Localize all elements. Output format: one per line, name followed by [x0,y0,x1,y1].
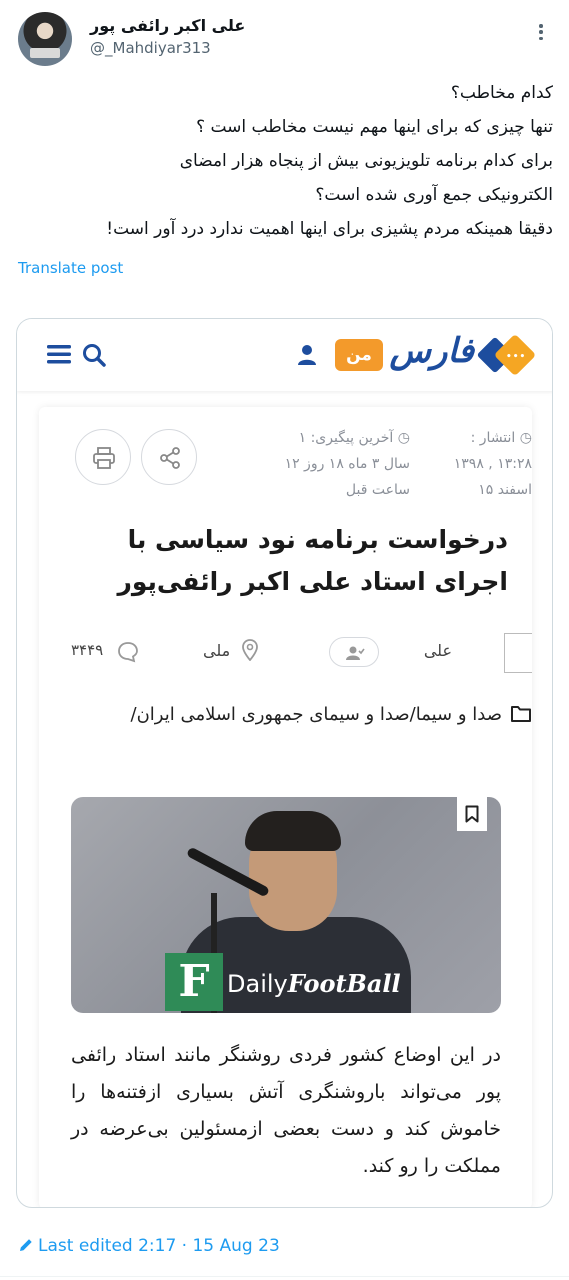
share-button[interactable] [141,429,197,485]
author-image[interactable] [504,633,532,673]
user-icon[interactable] [297,344,317,366]
update-meta: ◷ آخرین پیگیری: ۱ سال ۳ ماه ۱۸ روز ۱۲ سا… [260,425,410,503]
more-icon[interactable] [531,22,551,42]
article-lead: در این اوضاع کشور فردی روشنگر مانند استا… [71,1044,501,1177]
article-byline: علی ملی ۳۴۴۹ [39,629,532,685]
location-pin-icon [242,639,258,661]
publish-label: ◷ انتشار : [470,430,532,446]
publish-meta: ◷ انتشار : ۱۳:۲۸ , ۱۳۹۸ اسفند ۱۵ [432,425,532,503]
update-value-hours: ساعت قبل [345,482,410,498]
article-body: ◷ انتشار : ۱۳:۲۸ , ۱۳۹۸ اسفند ۱۵ ◷ آخرین… [39,407,532,1207]
divider [0,1276,569,1277]
tweet-line: کدام مخاطب؟ [450,83,553,103]
tweet-text: کدام مخاطب؟ تنها چیزی که برای اینها مهم … [18,76,553,246]
last-edited-label: Last edited 2:17 · 15 Aug 23 [38,1236,280,1256]
share-icon [160,447,180,469]
article-headline[interactable]: درخواست برنامه نود سیاسی با اجرای استاد … [78,519,508,603]
tweet-line: دقیقا همینکه مردم پشیزی برای اینها اهمیت… [106,219,553,239]
publish-value-date: اسفند ۱۵ [478,482,532,498]
pencil-icon [20,1239,32,1251]
tweet-line: الکترونیکی جمع آوری شده است؟ [315,185,553,205]
tweet-header: علی اکبر رائفی پور @_Mahdiyar313 [18,12,551,68]
dailyfootball-logo: F [165,953,223,1011]
translate-post-link[interactable]: Translate post [18,259,123,277]
avatar[interactable] [18,12,72,66]
site-header: ••• فارس من [17,319,552,391]
bookmark-icon [465,805,479,823]
display-name[interactable]: علی اکبر رائفی پور [90,16,245,35]
update-label: ◷ آخرین پیگیری: ۱ [298,430,410,446]
tweet-line: تنها چیزی که برای اینها مهم نیست مخاطب ا… [196,117,553,137]
tweet-line: برای کدام برنامه تلویزیونی بیش از پنجاه … [179,151,553,171]
last-edited-link[interactable]: Last edited 2:17 · 15 Aug 23 [18,1236,280,1256]
location-label: ملی [203,641,231,660]
print-icon [93,447,115,469]
comment-count: ۳۴۴۹ [71,641,104,659]
update-value: سال ۳ ماه ۱۸ روز ۱۲ [284,456,410,472]
bookmark-button[interactable] [457,797,487,831]
article-photo[interactable]: F DailyFootBall [71,797,501,1013]
menu-icon[interactable] [47,344,71,364]
man-badge-button[interactable]: من [335,339,383,371]
category-breadcrumb[interactable]: صدا و سیما/صدا و سیمای جمهوری اسلامی ایر… [62,699,532,731]
publish-value: ۱۳:۲۸ , ۱۳۹۸ [453,456,532,472]
site-logo-text[interactable]: فارس [389,331,474,371]
fars-logo-icon[interactable]: ••• [476,333,537,377]
follow-author-button[interactable] [329,637,379,667]
user-handle[interactable]: @_Mahdiyar313 [90,39,211,57]
comment-icon[interactable] [117,641,139,663]
author-name[interactable]: علی [424,641,452,660]
attached-image-card[interactable]: ••• فارس من ◷ انتشار : ۱۳:۲۸ , ۱۳۹۸ اسفن… [16,318,553,1208]
search-icon[interactable] [81,342,107,368]
print-button[interactable] [75,429,131,485]
image-watermark: DailyFootBall [227,969,401,998]
follow-user-icon [346,646,365,660]
